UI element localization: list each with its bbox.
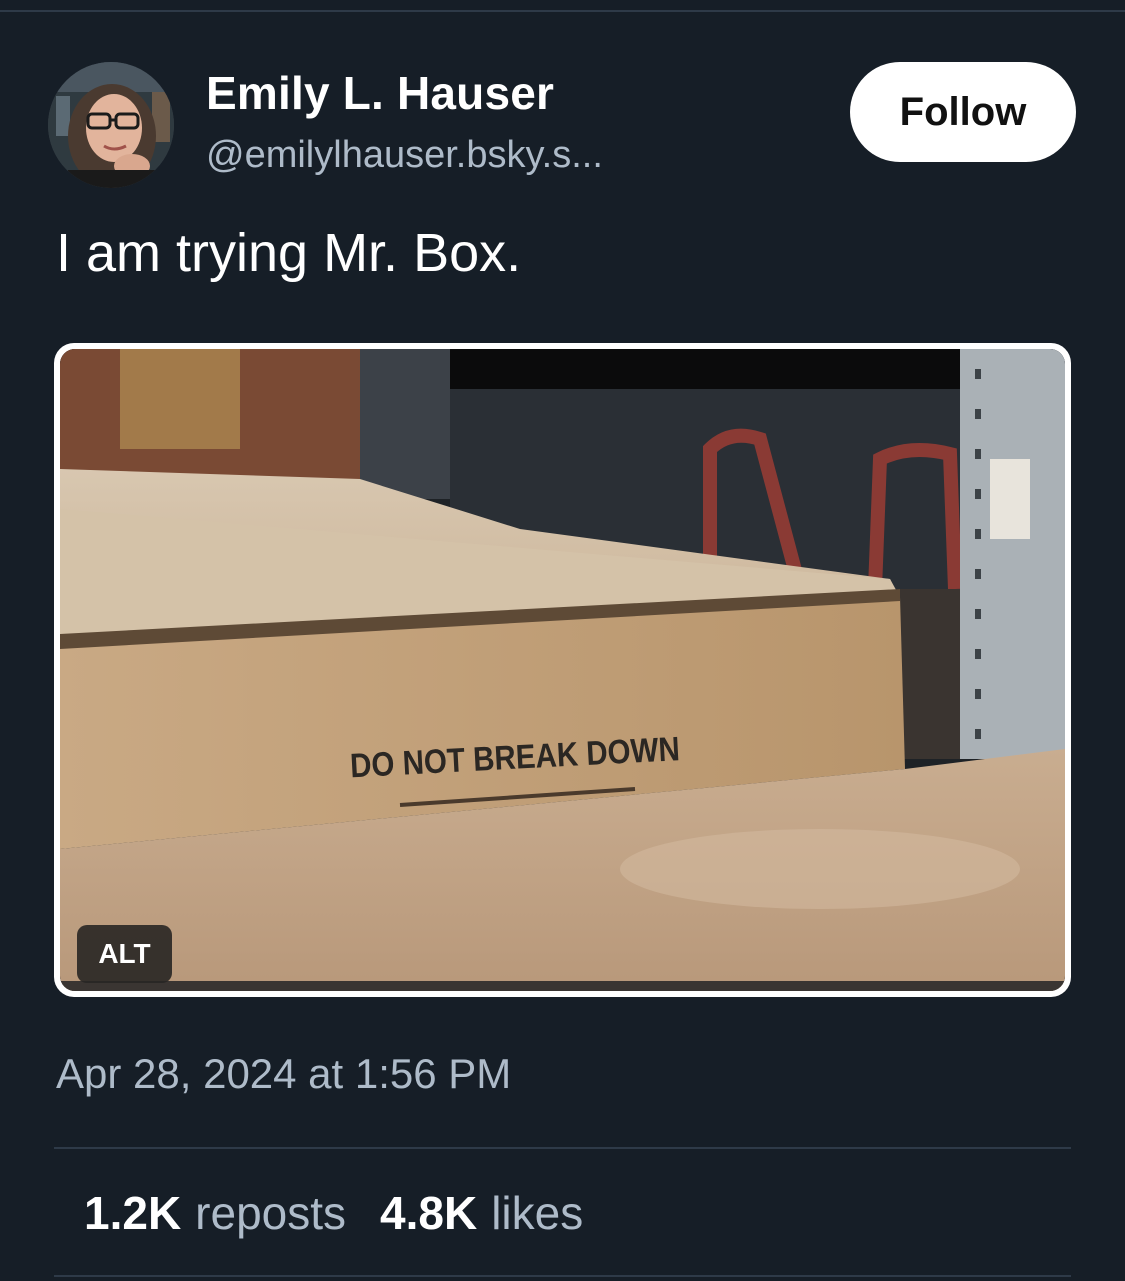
likes-label: likes — [491, 1187, 584, 1239]
box-photo: DO NOT BREAK DOWN — [60, 349, 1065, 991]
follow-button[interactable]: Follow — [850, 62, 1076, 162]
likes-count: 4.8K — [380, 1187, 478, 1239]
author-handle[interactable]: @emilylhauser.bsky.s... — [206, 134, 603, 177]
author-display-name[interactable]: Emily L. Hauser — [206, 66, 554, 120]
reposts-stat[interactable]: 1.2K reposts — [84, 1186, 346, 1240]
avatar[interactable] — [48, 62, 174, 188]
avatar-image — [48, 62, 174, 188]
post-page: Emily L. Hauser @emilylhauser.bsky.s... … — [0, 0, 1125, 1281]
reposts-label: reposts — [195, 1187, 347, 1239]
post-timestamp: Apr 28, 2024 at 1:56 PM — [56, 1050, 512, 1097]
post-text: I am trying Mr. Box. — [56, 223, 522, 283]
post-image[interactable]: DO NOT BREAK DOWN ALT — [60, 349, 1065, 991]
stats-divider-top — [54, 1147, 1071, 1149]
post-image-container[interactable]: DO NOT BREAK DOWN ALT — [54, 343, 1071, 997]
stats-divider-bottom — [54, 1275, 1071, 1277]
post-stats: 1.2K reposts 4.8K likes — [84, 1186, 583, 1240]
reposts-count: 1.2K — [84, 1187, 182, 1239]
top-divider — [0, 10, 1125, 12]
alt-text-button[interactable]: ALT — [77, 925, 172, 983]
likes-stat[interactable]: 4.8K likes — [380, 1186, 583, 1240]
